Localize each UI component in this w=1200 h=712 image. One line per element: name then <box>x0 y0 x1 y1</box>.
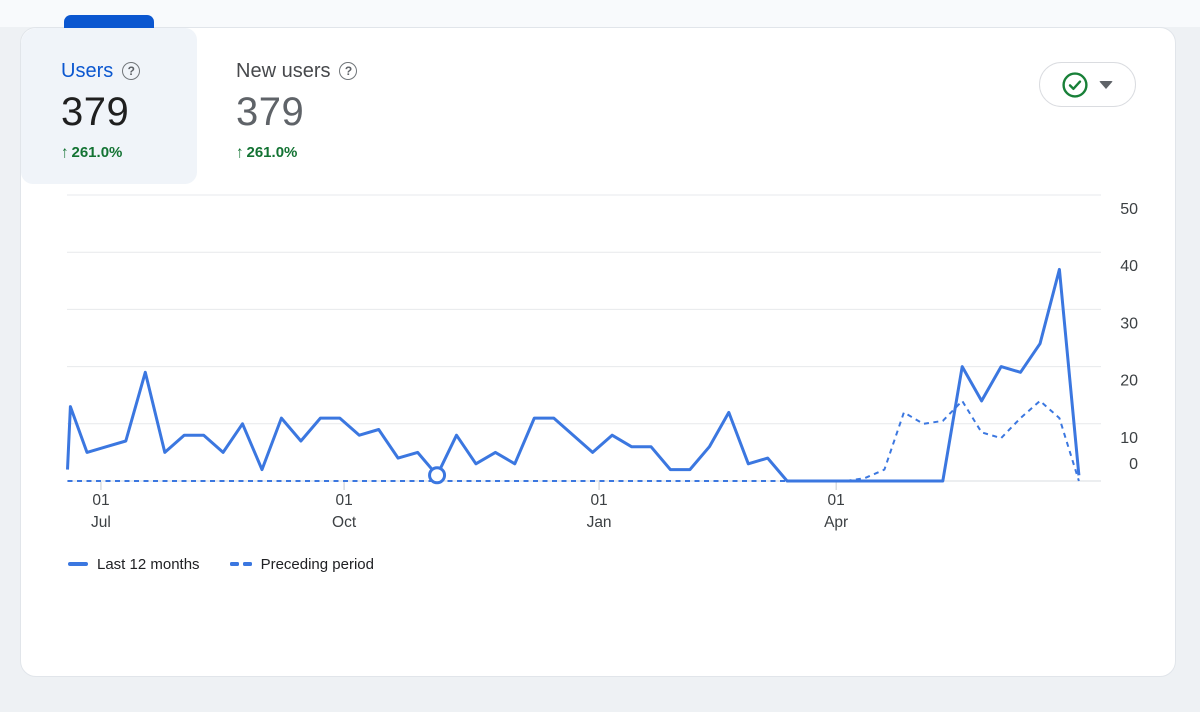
data-quality-button[interactable] <box>1039 62 1136 107</box>
new-users-metric-label: New users <box>236 58 330 84</box>
help-icon[interactable]: ? <box>122 62 140 80</box>
x-axis-tick-label: Jul <box>91 514 111 531</box>
y-axis-tick-label: 30 <box>1120 315 1138 332</box>
data-point-marker <box>430 468 445 483</box>
y-axis-tick-label: 50 <box>1120 201 1138 218</box>
series-line-dashed <box>68 401 1079 481</box>
x-axis-tick-label: 01 <box>828 492 845 509</box>
chart-legend: Last 12 months Preceding period <box>68 552 374 576</box>
caret-down-icon <box>1099 81 1113 89</box>
users-metric-label: Users <box>61 58 113 84</box>
active-tab-indicator <box>64 15 154 29</box>
help-icon[interactable]: ? <box>339 62 357 80</box>
tab-users[interactable]: Users ? 379 ↑ 261.0% <box>21 28 197 184</box>
y-axis-tick-label: 40 <box>1120 258 1138 275</box>
legend-item-preceding-period: Preceding period <box>230 556 374 573</box>
legend-label: Last 12 months <box>97 556 200 573</box>
new-users-delta-percent: 261.0% <box>247 144 298 161</box>
tab-new-users[interactable]: New users ? 379 ↑ 261.0% <box>217 28 437 184</box>
users-metric-delta: ↑ 261.0% <box>61 144 197 161</box>
users-trend-chart[interactable]: 0 10 20 30 40 50 01 Jul 01 Oct 01 Jan 01 Apr <box>21 183 1177 553</box>
x-axis-tick-label: Apr <box>824 514 848 531</box>
y-axis-tick-label: 10 <box>1120 430 1138 447</box>
x-axis-tick-label: Oct <box>332 514 357 531</box>
users-metric-value: 379 <box>61 89 197 135</box>
users-delta-percent: 261.0% <box>72 144 123 161</box>
legend-label: Preceding period <box>261 556 374 573</box>
solid-line-swatch-icon <box>68 562 88 566</box>
delta-up-arrow-icon: ↑ <box>61 143 69 162</box>
x-axis-tick-label: 01 <box>590 492 607 509</box>
new-users-metric-delta: ↑ 261.0% <box>236 144 437 161</box>
x-axis-tick-label: 01 <box>335 492 352 509</box>
x-axis-tick-label: Jan <box>587 514 612 531</box>
y-axis-tick-label: 20 <box>1120 373 1138 390</box>
delta-up-arrow-icon: ↑ <box>236 143 244 162</box>
page-background-strip <box>0 0 1200 27</box>
dashed-line-swatch-icon <box>230 562 252 566</box>
users-overview-card: Users ? 379 ↑ 261.0% New users ? 379 ↑ 2… <box>20 27 1176 677</box>
new-users-metric-value: 379 <box>236 89 437 135</box>
y-axis-tick-label: 0 <box>1129 456 1138 473</box>
series-line-solid <box>68 269 1079 481</box>
x-axis-tick-label: 01 <box>92 492 109 509</box>
legend-item-last-12-months: Last 12 months <box>68 556 200 573</box>
check-circle-icon <box>1062 72 1088 98</box>
